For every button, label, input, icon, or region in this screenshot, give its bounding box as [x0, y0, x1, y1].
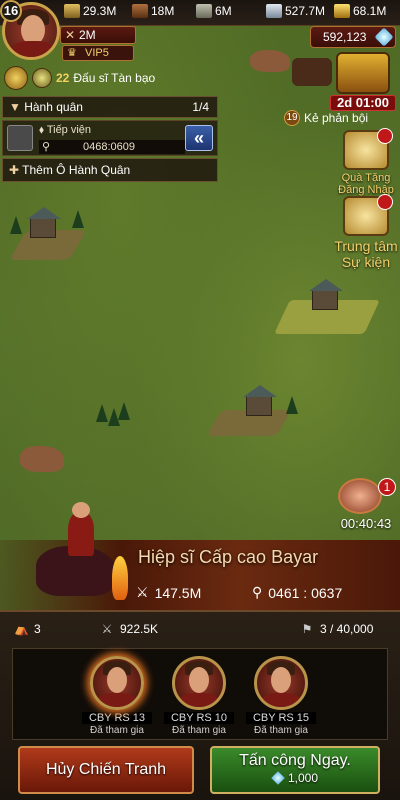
march-label: ⬧ Tiếp viện: [39, 124, 92, 136]
rally-member[interactable]: CBY RS 15 Đã tham gia: [246, 656, 316, 736]
location-pin-icon: ⚲: [252, 584, 263, 600]
stone-icon: [196, 4, 212, 18]
rally-stats: ⛺ 3 ⚔ 922.5K ⚑ 3 / 40,000: [8, 620, 392, 642]
member-portrait: [254, 656, 308, 710]
knight-hero-image: [30, 500, 130, 610]
gem-icon: [271, 771, 285, 785]
player-power[interactable]: ✕ 2M: [60, 26, 136, 44]
member-status: Đã tham gia: [254, 725, 308, 736]
troop-power: ⚔ 922.5K: [101, 622, 159, 636]
crossed-swords-icon: ⚔: [101, 622, 113, 636]
resource-food[interactable]: 29.3M: [64, 4, 116, 18]
event-center-button[interactable]: Trung tâm Sự kiện: [332, 194, 400, 270]
location-pin-icon: ⚲: [42, 141, 51, 153]
resource-ore[interactable]: 527.7M: [266, 4, 325, 18]
march-troop[interactable]: [292, 58, 332, 86]
resource-gold[interactable]: 68.1M: [334, 4, 386, 18]
war-count-badge: 1: [378, 478, 396, 496]
player-level: 16: [0, 0, 22, 22]
player-title-row[interactable]: 22 Đấu sĩ Tàn bạo: [4, 66, 155, 90]
resource-wood[interactable]: 18M: [132, 4, 174, 18]
rally-member[interactable]: CBY RS 13 Đã tham gia: [82, 656, 152, 736]
member-tag: CBY RS 15: [246, 712, 316, 724]
ore-icon: [266, 4, 282, 18]
collapse-triangle-icon: ▼: [9, 100, 25, 114]
rally-hero-power: ⚔ 147.5M: [136, 584, 202, 601]
member-tag: CBY RS 13: [82, 712, 152, 724]
rally-hero-coord[interactable]: ⚲ 0461 : 0637: [252, 584, 342, 601]
flag-icon: ⚑: [301, 622, 313, 636]
troops-icon: ⛺: [14, 622, 29, 636]
rank-medal-icon: [4, 66, 28, 90]
member-portrait: [172, 656, 226, 710]
swords-icon: ✕: [65, 28, 76, 42]
title-badge-icon: [32, 68, 52, 88]
rally-capacity: ⚑ 3 / 40,000: [301, 622, 374, 636]
joined-count: ⛺ 3: [14, 622, 41, 636]
vip-badge[interactable]: ♛ VIP5: [62, 45, 134, 61]
speed-up-button[interactable]: «: [185, 125, 213, 151]
traitor-label: Kẻ phản bội: [304, 111, 369, 125]
rally-member[interactable]: CBY RS 10 Đã tham gia: [164, 656, 234, 736]
treasure-chest-icon[interactable]: [336, 52, 390, 94]
crown-icon: ♛: [67, 47, 77, 59]
food-icon: [64, 4, 80, 18]
traitor-button[interactable]: 19 Kẻ phản bội: [284, 110, 368, 126]
rally-hero-name: Hiệp sĩ Cấp cao Bayar: [138, 547, 319, 567]
wood-icon: [132, 4, 148, 18]
add-march-slot-button[interactable]: ✚ Thêm Ô Hành Quân: [2, 158, 218, 182]
war-timer: 00:40:43: [340, 516, 392, 531]
settlement-tile[interactable]: [204, 382, 304, 442]
member-status: Đã tham gia: [90, 725, 144, 736]
gift-scroll-icon: [343, 128, 393, 170]
chest-timer: 2d 01:00: [330, 95, 396, 111]
march-count: 1/4: [192, 100, 209, 114]
cancel-war-button[interactable]: Hủy Chiến Tranh: [18, 746, 194, 794]
gold-icon: [334, 4, 350, 18]
reinforce-icon: ⬧: [39, 124, 47, 136]
farm-tile[interactable]: [272, 279, 382, 340]
march-panel-header[interactable]: ▼ Hành quân 1/4: [2, 96, 218, 118]
plus-icon: ✚: [9, 163, 23, 177]
crossed-swords-icon: ⚔: [136, 584, 149, 600]
notification-dot: [377, 194, 393, 210]
helmet-icon: [7, 125, 33, 151]
member-tag: CBY RS 10: [164, 712, 234, 724]
gem-icon: [374, 27, 394, 47]
march-coord: ⚲ 0468:0609: [39, 140, 185, 154]
traitor-count: 19: [284, 110, 300, 126]
settlement-tile[interactable]: [4, 200, 94, 270]
player-title: Đấu sĩ Tàn bạo: [73, 71, 156, 85]
gem-balance[interactable]: 592,123: [310, 26, 396, 48]
member-status: Đã tham gia: [172, 725, 226, 736]
login-gift-button[interactable]: Quà Tặng Đăng Nhập: [332, 128, 400, 196]
war-fist-icon[interactable]: [338, 478, 382, 514]
title-count: 22: [56, 71, 70, 85]
attack-now-button[interactable]: Tấn công Ngay. 1,000: [210, 746, 380, 794]
notification-dot: [377, 128, 393, 144]
attack-cost: 1,000: [212, 771, 378, 785]
march-row-reinforce[interactable]: ⬧ Tiếp viện ⚲ 0468:0609 «: [2, 120, 218, 156]
trophy-icon: [343, 194, 393, 236]
resource-stone[interactable]: 6M: [196, 4, 232, 18]
member-portrait: [90, 656, 144, 710]
